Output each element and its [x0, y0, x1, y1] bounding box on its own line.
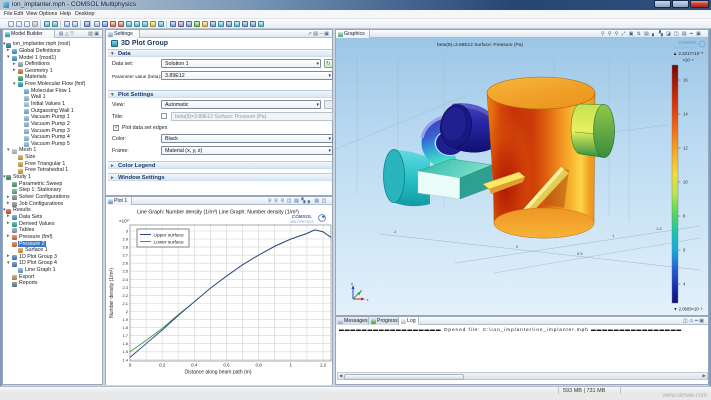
svg-text:beta(9)=3.89E12 Surface: Pres: beta(9)=3.89E12 Surface: Pressure (Pa) — [437, 42, 523, 48]
svg-text:16: 16 — [683, 78, 688, 83]
svg-text:Number density (1/m³): Number density (1/m³) — [109, 268, 115, 318]
svg-text:▲ 2.2217×10⁻³: ▲ 2.2217×10⁻³ — [673, 51, 704, 56]
svg-text:z: z — [351, 282, 353, 286]
svg-text:1.7: 1.7 — [122, 333, 128, 338]
svg-text:2.2: 2.2 — [122, 293, 128, 298]
svg-text:×10¹⁷: ×10¹⁷ — [119, 219, 130, 224]
svg-text:Lower surface: Lower surface — [154, 240, 184, 246]
svg-text:2.8: 2.8 — [122, 245, 128, 250]
svg-text:2.5: 2.5 — [122, 269, 128, 274]
svg-text:x: x — [367, 298, 369, 302]
svg-text:1.9: 1.9 — [122, 317, 128, 322]
svg-text:0.6: 0.6 — [223, 363, 230, 368]
svg-text:0.2: 0.2 — [159, 363, 166, 368]
svg-text:2.1: 2.1 — [122, 301, 128, 306]
svg-text:×10⁻⁴: ×10⁻⁴ — [682, 58, 693, 63]
svg-text:14: 14 — [683, 112, 688, 117]
svg-text:MULTIPHYSICS: MULTIPHYSICS — [290, 220, 313, 224]
svg-text:2.3: 2.3 — [122, 285, 128, 290]
svg-text:1.6: 1.6 — [122, 341, 128, 346]
svg-text:1.2: 1.2 — [320, 363, 327, 368]
svg-text:12: 12 — [683, 146, 688, 151]
svg-text:1.8: 1.8 — [122, 325, 128, 330]
svg-text:2.7: 2.7 — [122, 253, 128, 258]
svg-text:0.5: 0.5 — [577, 251, 583, 256]
svg-text:0.4: 0.4 — [191, 363, 198, 368]
svg-text:COMSOL: COMSOL — [678, 40, 698, 45]
svg-text:Line Graph: Number density (1/: Line Graph: Number density (1/m³) Line G… — [137, 210, 299, 216]
svg-text:Upper surface: Upper surface — [154, 233, 184, 239]
svg-text:y: y — [360, 289, 362, 293]
svg-text:COMSOL: COMSOL — [292, 214, 312, 219]
svg-text:2.4: 2.4 — [122, 277, 128, 282]
svg-text:Distance along beam path (m): Distance along beam path (m) — [185, 370, 252, 376]
svg-text:2.6: 2.6 — [122, 261, 128, 266]
svg-text:1.5: 1.5 — [122, 349, 128, 354]
svg-text:1.5: 1.5 — [656, 226, 662, 231]
svg-text:10: 10 — [683, 180, 688, 185]
svg-text:MULTIPHYSICS: MULTIPHYSICS — [675, 46, 697, 50]
svg-text:0.8: 0.8 — [255, 363, 262, 368]
svg-text:▼ 2.0609×10⁻⁶: ▼ 2.0609×10⁻⁶ — [673, 307, 702, 312]
svg-text:2.9: 2.9 — [122, 237, 128, 242]
